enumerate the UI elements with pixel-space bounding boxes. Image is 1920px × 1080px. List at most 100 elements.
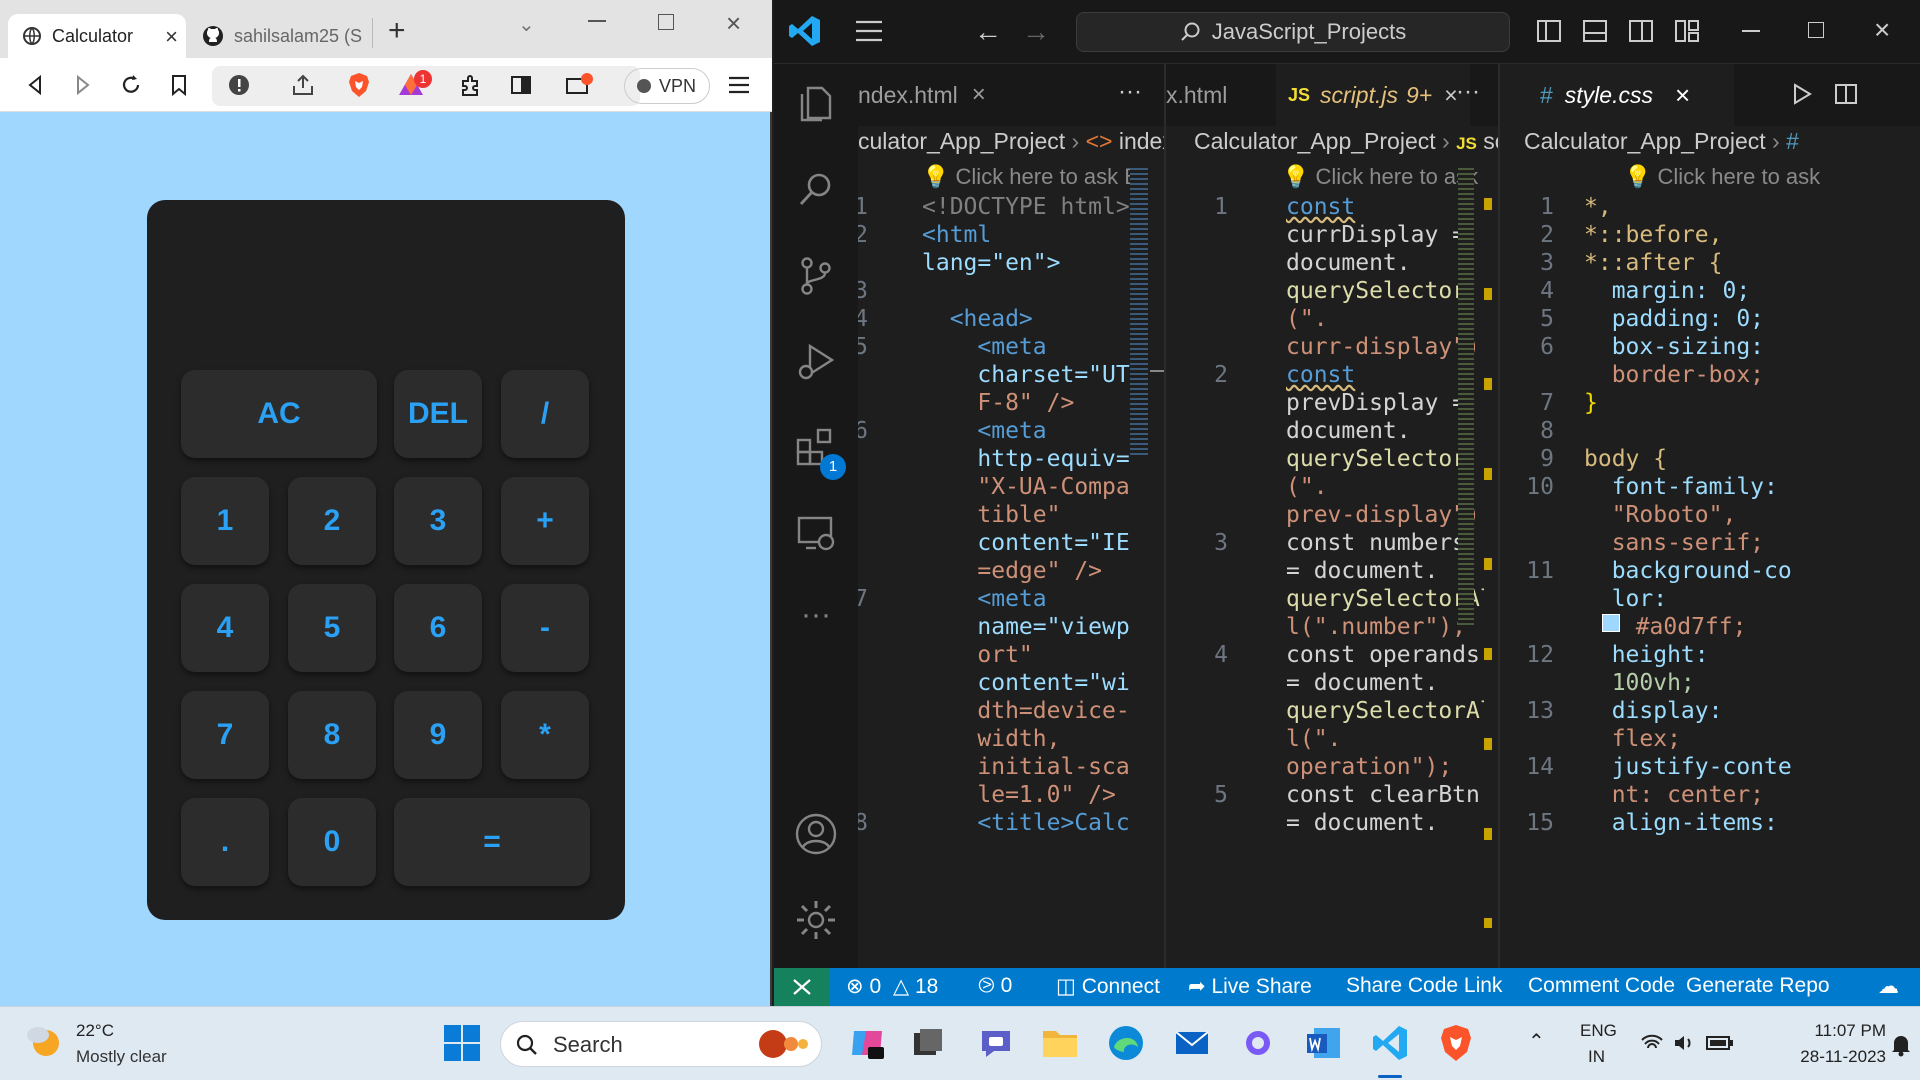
volume-icon[interactable] [1672, 1033, 1696, 1053]
weather-desc[interactable]: Mostly clear [76, 1047, 167, 1067]
search-icon[interactable] [794, 168, 838, 212]
key-0[interactable]: 0 [288, 798, 376, 886]
taskbar-search[interactable]: Search [500, 1021, 822, 1067]
mail-icon[interactable] [1172, 1023, 1212, 1063]
weather-icon[interactable] [24, 1021, 64, 1061]
start-icon[interactable] [442, 1023, 482, 1063]
more-icon[interactable]: ··· [794, 598, 838, 642]
cloud-icon[interactable]: ☁ [1878, 974, 1899, 999]
run-debug-icon[interactable] [794, 340, 838, 384]
clock-time[interactable]: 11:07 PM [1776, 1021, 1886, 1041]
scrollbar-thumb[interactable] [1150, 370, 1164, 372]
problems-indicator[interactable]: ⊗ 0 △ 18 [846, 974, 938, 999]
key-7[interactable]: 7 [181, 691, 269, 779]
info-icon[interactable] [226, 72, 252, 98]
close-icon[interactable]: × [165, 24, 178, 50]
ports-indicator[interactable]: ⧁ 0 [978, 974, 1012, 998]
customize-layout-icon[interactable] [1674, 18, 1700, 44]
tab-github[interactable]: sahilsalam25 (S [196, 14, 370, 58]
maximize-button[interactable] [658, 14, 674, 30]
explorer-icon[interactable] [794, 82, 838, 126]
key-dot[interactable]: . [181, 798, 269, 886]
more-actions-icon[interactable]: ··· [1456, 78, 1480, 106]
notification-bell-icon[interactable] [1890, 1033, 1912, 1057]
key-plus[interactable]: + [501, 477, 589, 565]
command-center[interactable]: JavaScript_Projects [1076, 12, 1510, 52]
key-3[interactable]: 3 [394, 477, 482, 565]
key-4[interactable]: 4 [181, 584, 269, 672]
forward-icon[interactable] [70, 72, 96, 98]
key-9[interactable]: 9 [394, 691, 482, 779]
extensions-icon[interactable] [458, 72, 484, 98]
share-icon[interactable] [290, 72, 316, 98]
menu-icon[interactable] [854, 18, 884, 44]
more-actions-icon[interactable]: ··· [1118, 78, 1142, 106]
clock-date[interactable]: 28-11-2023 [1776, 1047, 1886, 1067]
tab-calculator[interactable]: Calculator × [8, 14, 186, 58]
breadcrumb-file[interactable]: script. [1483, 128, 1498, 154]
run-icon[interactable] [1790, 82, 1814, 106]
close-window-button[interactable]: × [1874, 14, 1890, 46]
code-area[interactable]: 1 2 3 4 5 const currDisplay = document. … [1166, 194, 1494, 968]
close-window-button[interactable]: × [726, 8, 741, 39]
key-equals[interactable]: = [394, 798, 590, 886]
tab-style-css[interactable]: # style.css × [1500, 64, 1734, 126]
language-code[interactable]: ENG [1580, 1021, 1617, 1041]
css-file-icon[interactable]: # [1786, 128, 1799, 154]
copilot-icon[interactable] [848, 1023, 888, 1063]
minimap[interactable] [1130, 168, 1148, 458]
key-divide[interactable]: / [501, 370, 589, 458]
toggle-primary-sidebar-icon[interactable] [1536, 18, 1562, 44]
word-icon[interactable] [1304, 1023, 1344, 1063]
vpn-button[interactable]: VPN [624, 68, 710, 104]
chevron-up-icon[interactable]: ⌃ [1528, 1029, 1545, 1054]
battery-icon[interactable] [1706, 1035, 1734, 1051]
reload-icon[interactable] [118, 72, 144, 98]
account-icon[interactable] [794, 812, 838, 856]
close-icon[interactable]: × [1675, 80, 1690, 111]
generate-repo-button[interactable]: Generate Repo [1686, 974, 1830, 998]
key-ac[interactable]: AC [181, 370, 377, 458]
ai-hint[interactable]: 💡 Click here to ask Bla [1282, 164, 1478, 190]
code-area[interactable]: 1 2 3 4 5 6 7 8 9 10 11 12 13 14 15 *, *… [1500, 194, 1920, 968]
connect-button[interactable]: ◫ Connect [1056, 974, 1160, 999]
key-8[interactable]: 8 [288, 691, 376, 779]
comment-code-button[interactable]: Comment Code [1528, 974, 1675, 998]
file-explorer-icon[interactable] [1040, 1023, 1080, 1063]
ai-hint[interactable]: 💡 Click here to ask Bla [922, 164, 1142, 190]
back-icon[interactable] [22, 72, 48, 98]
edge-icon[interactable] [1106, 1023, 1146, 1063]
minimap[interactable] [1458, 168, 1474, 628]
brave-shields-icon[interactable] [346, 72, 372, 98]
source-control-icon[interactable] [794, 254, 838, 298]
minimize-button[interactable] [588, 20, 606, 22]
key-2[interactable]: 2 [288, 477, 376, 565]
remote-explorer-icon[interactable] [794, 512, 838, 556]
breadcrumb-folder[interactable]: Calculator_App_Project [1194, 128, 1436, 154]
forward-arrow-icon[interactable]: → [1022, 16, 1050, 48]
chevron-down-icon[interactable]: ⌄ [518, 12, 535, 37]
code-area[interactable]: 1 2 3 4 5 6 7 8 <!DOCTYPE html> <html la… [858, 194, 1130, 968]
tab-script-js[interactable]: JS script.js 9+ × [1276, 64, 1470, 126]
remote-indicator[interactable] [774, 968, 830, 1006]
tab-index-html[interactable]: ndex.html × [858, 64, 986, 126]
close-icon[interactable]: × [972, 81, 986, 109]
copilot-app-icon[interactable] [1238, 1023, 1278, 1063]
key-1[interactable]: 1 [181, 477, 269, 565]
key-multiply[interactable]: * [501, 691, 589, 779]
breadcrumb-folder[interactable]: culator_App_Project [858, 128, 1065, 154]
key-5[interactable]: 5 [288, 584, 376, 672]
gear-icon[interactable] [794, 898, 838, 942]
key-6[interactable]: 6 [394, 584, 482, 672]
toggle-panel-icon[interactable] [1582, 18, 1608, 44]
split-editor-icon[interactable] [1834, 82, 1858, 106]
task-view-icon[interactable] [908, 1023, 948, 1063]
key-minus[interactable]: - [501, 584, 589, 672]
weather-temp[interactable]: 22°C [76, 1021, 114, 1041]
ai-hint[interactable]: 💡 Click here to ask B [1624, 164, 1824, 190]
breadcrumb-folder[interactable]: Calculator_App_Project [1524, 128, 1766, 154]
share-code-link-button[interactable]: Share Code Link [1346, 974, 1502, 998]
bookmark-icon[interactable] [166, 72, 192, 98]
menu-icon[interactable] [726, 72, 752, 98]
minimize-button[interactable] [1742, 30, 1760, 32]
